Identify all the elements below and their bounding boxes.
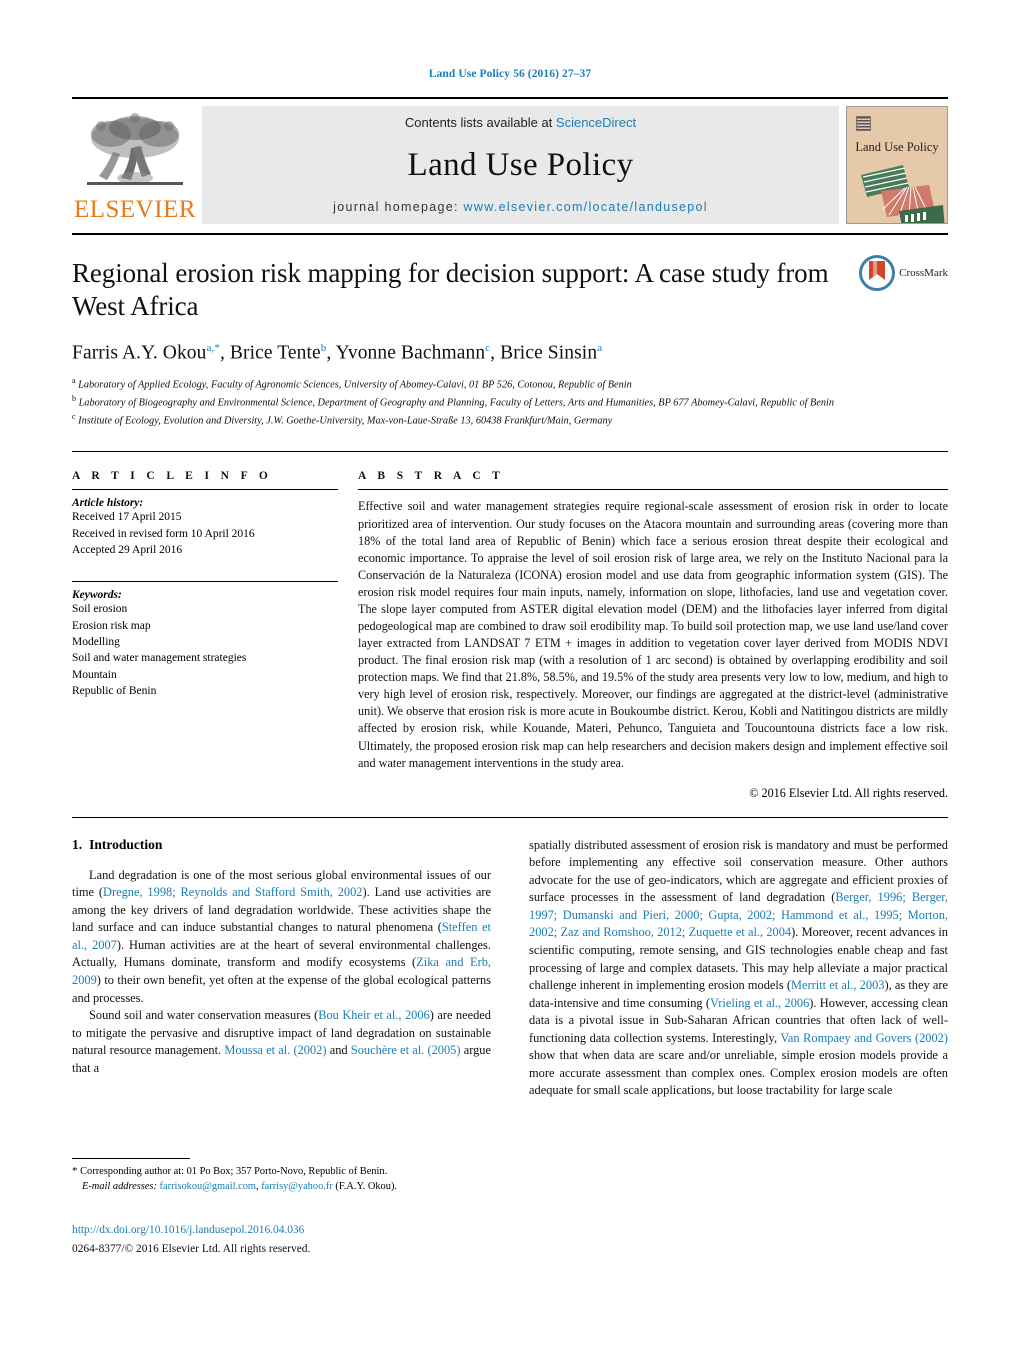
article-info-column: A R T I C L E I N F O Article history: R…	[72, 470, 358, 800]
elsevier-logo: ELSEVIER	[72, 106, 198, 224]
citation-link[interactable]: Moussa et al. (2002)	[224, 1043, 326, 1057]
body-paragraph: spatially distributed assessment of eros…	[529, 837, 948, 1100]
citation-link[interactable]: Merritt et al., 2003	[791, 978, 884, 992]
article-history-item: Accepted 29 April 2016	[72, 544, 183, 557]
keyword-item: Soil erosion	[72, 603, 128, 616]
elsevier-wordmark: ELSEVIER	[73, 196, 197, 223]
abstract-column: A B S T R A C T Effective soil and water…	[358, 470, 948, 800]
keywords-label: Keywords:	[72, 589, 122, 602]
affiliation-line: b Laboratory of Biogeography and Environ…	[72, 394, 835, 409]
citation-link[interactable]: Souchère et al. (2005)	[351, 1043, 461, 1057]
keyword-item: Soil and water management strategies	[72, 652, 247, 665]
keyword-item: Modelling	[72, 636, 120, 649]
crossmark-label: CrossMark	[899, 267, 948, 279]
email-link-1[interactable]: farrisokou@gmail.com	[160, 1181, 256, 1192]
section-title: Introduction	[89, 836, 163, 852]
doi-link[interactable]: http://dx.doi.org/10.1016/j.landusepol.2…	[72, 1222, 492, 1239]
sciencedirect-link[interactable]: ScienceDirect	[556, 115, 636, 130]
citation-link[interactable]: Dregne, 1998; Reynolds and Stafford Smit…	[103, 885, 363, 899]
journal-cover-thumbnail[interactable]: Land Use Policy	[846, 106, 948, 224]
intro-right-paragraphs: spatially distributed assessment of eros…	[529, 837, 948, 1100]
article-info-heading: A R T I C L E I N F O	[72, 470, 273, 483]
crossmark-icon	[859, 255, 896, 291]
body-column-left: 1. Introduction Land degradation is one o…	[72, 837, 491, 1100]
article-history-item: Received in revised form 10 April 2016	[72, 527, 255, 540]
section-heading-introduction: 1. Introduction	[72, 837, 491, 853]
cover-artwork	[861, 165, 945, 223]
citation-link[interactable]: Van Rompaey and Govers (2002)	[780, 1031, 948, 1045]
abstract-rule	[358, 489, 948, 491]
issn-copyright-line: 0264-8377/© 2016 Elsevier Ltd. All right…	[72, 1243, 311, 1256]
homepage-link[interactable]: www.elsevier.com/locate/landusepol	[464, 200, 708, 214]
footnote-star: *	[72, 1165, 78, 1177]
footnote-zone: * Corresponding author at: 01 Po Box; 35…	[72, 1158, 478, 1195]
author-list: Farris A.Y. Okoua,*, Brice Tenteb, Yvonn…	[72, 341, 603, 364]
running-head: Land Use Policy 56 (2016) 27–37	[428, 68, 592, 80]
contents-prefix: Contents lists available at	[404, 115, 556, 130]
section-number: 1.	[72, 836, 83, 852]
citation-link[interactable]: Vrieling et al., 2006	[710, 996, 809, 1010]
abstract-heading: A B S T R A C T	[358, 470, 505, 483]
email-suffix: (F.A.Y. Okou).	[332, 1180, 398, 1192]
keyword-item: Erosion risk map	[72, 619, 151, 632]
article-history-item: Received 17 April 2015	[72, 511, 182, 524]
article-info-rule	[72, 489, 338, 491]
keywords-list: Soil erosion Erosion risk map Modelling Soi…	[72, 601, 338, 699]
corresponding-author-text: Corresponding author at: 01 Po Box; 357 …	[80, 1166, 388, 1177]
keyword-item: Republic of Benin	[72, 685, 157, 698]
intro-left-paragraphs: Land degradation is one of the most seri…	[72, 867, 491, 1078]
doi-zone: http://dx.doi.org/10.1016/j.landusepol.2…	[72, 1222, 492, 1258]
cover-publisher-icon	[856, 116, 871, 131]
corresponding-author-note: * Corresponding author at: 01 Po Box; 35…	[72, 1164, 478, 1195]
paragraph-text: Sound soil and water conservation measur…	[89, 1008, 319, 1023]
journal-masthead: ELSEVIER Contents lists available at Sci…	[72, 97, 948, 224]
body-paragraph: Land degradation is one of the most seri…	[72, 867, 491, 1007]
article-history-list: Received 17 April 2015 Received in revise…	[72, 509, 338, 558]
elsevier-tree-icon	[87, 113, 183, 185]
citation-link[interactable]: Bou Kheir et al., 2006	[318, 1008, 430, 1022]
homepage-prefix: journal homepage:	[333, 200, 464, 214]
body-columns: 1. Introduction Land degradation is one o…	[72, 818, 948, 1100]
body-paragraph: Sound soil and water conservation measur…	[72, 1007, 491, 1077]
affiliations: a Laboratory of Applied Ecology, Faculty…	[72, 375, 948, 429]
keyword-item: Mountain	[72, 668, 117, 681]
crossmark-badge[interactable]: CrossMark	[859, 255, 948, 291]
affiliation-line: c Institute of Ecology, Evolution and Di…	[72, 412, 613, 427]
article-history-label: Article history:	[72, 497, 144, 510]
contents-line: Contents lists available at ScienceDirec…	[405, 115, 636, 130]
paper-page: Land Use Policy 56 (2016) 27–37 ELSEVIER…	[0, 0, 1020, 1351]
journal-band: Contents lists available at ScienceDirec…	[202, 106, 839, 224]
email-addresses-label: E-mail addresses:	[82, 1180, 157, 1192]
copyright-line: © 2016 Elsevier Ltd. All rights reserved…	[749, 785, 948, 800]
paragraph-text: ) to their own benefit, yet often at the…	[72, 973, 491, 1005]
affiliation-line: a Laboratory of Applied Ecology, Faculty…	[72, 376, 632, 391]
body-column-right: spatially distributed assessment of eros…	[529, 837, 948, 1100]
journal-title: Land Use Policy	[407, 146, 634, 183]
title-block: Regional erosion risk mapping for decisi…	[72, 235, 948, 429]
cover-title: Land Use Policy	[855, 140, 939, 154]
paragraph-text: show that when data are scare and/or unr…	[529, 1048, 948, 1098]
keywords-rule	[72, 581, 338, 583]
homepage-line: journal homepage: www.elsevier.com/locat…	[333, 200, 708, 214]
abstract-text: Effective soil and water management stra…	[358, 499, 948, 770]
info-abstract-row: A R T I C L E I N F O Article history: R…	[72, 452, 948, 800]
page-title: Regional erosion risk mapping for decisi…	[72, 258, 829, 321]
paragraph-text: and	[326, 1043, 351, 1058]
footnote-rule	[72, 1158, 190, 1159]
email-link-2[interactable]: farrisy@yahoo.fr	[261, 1181, 333, 1192]
